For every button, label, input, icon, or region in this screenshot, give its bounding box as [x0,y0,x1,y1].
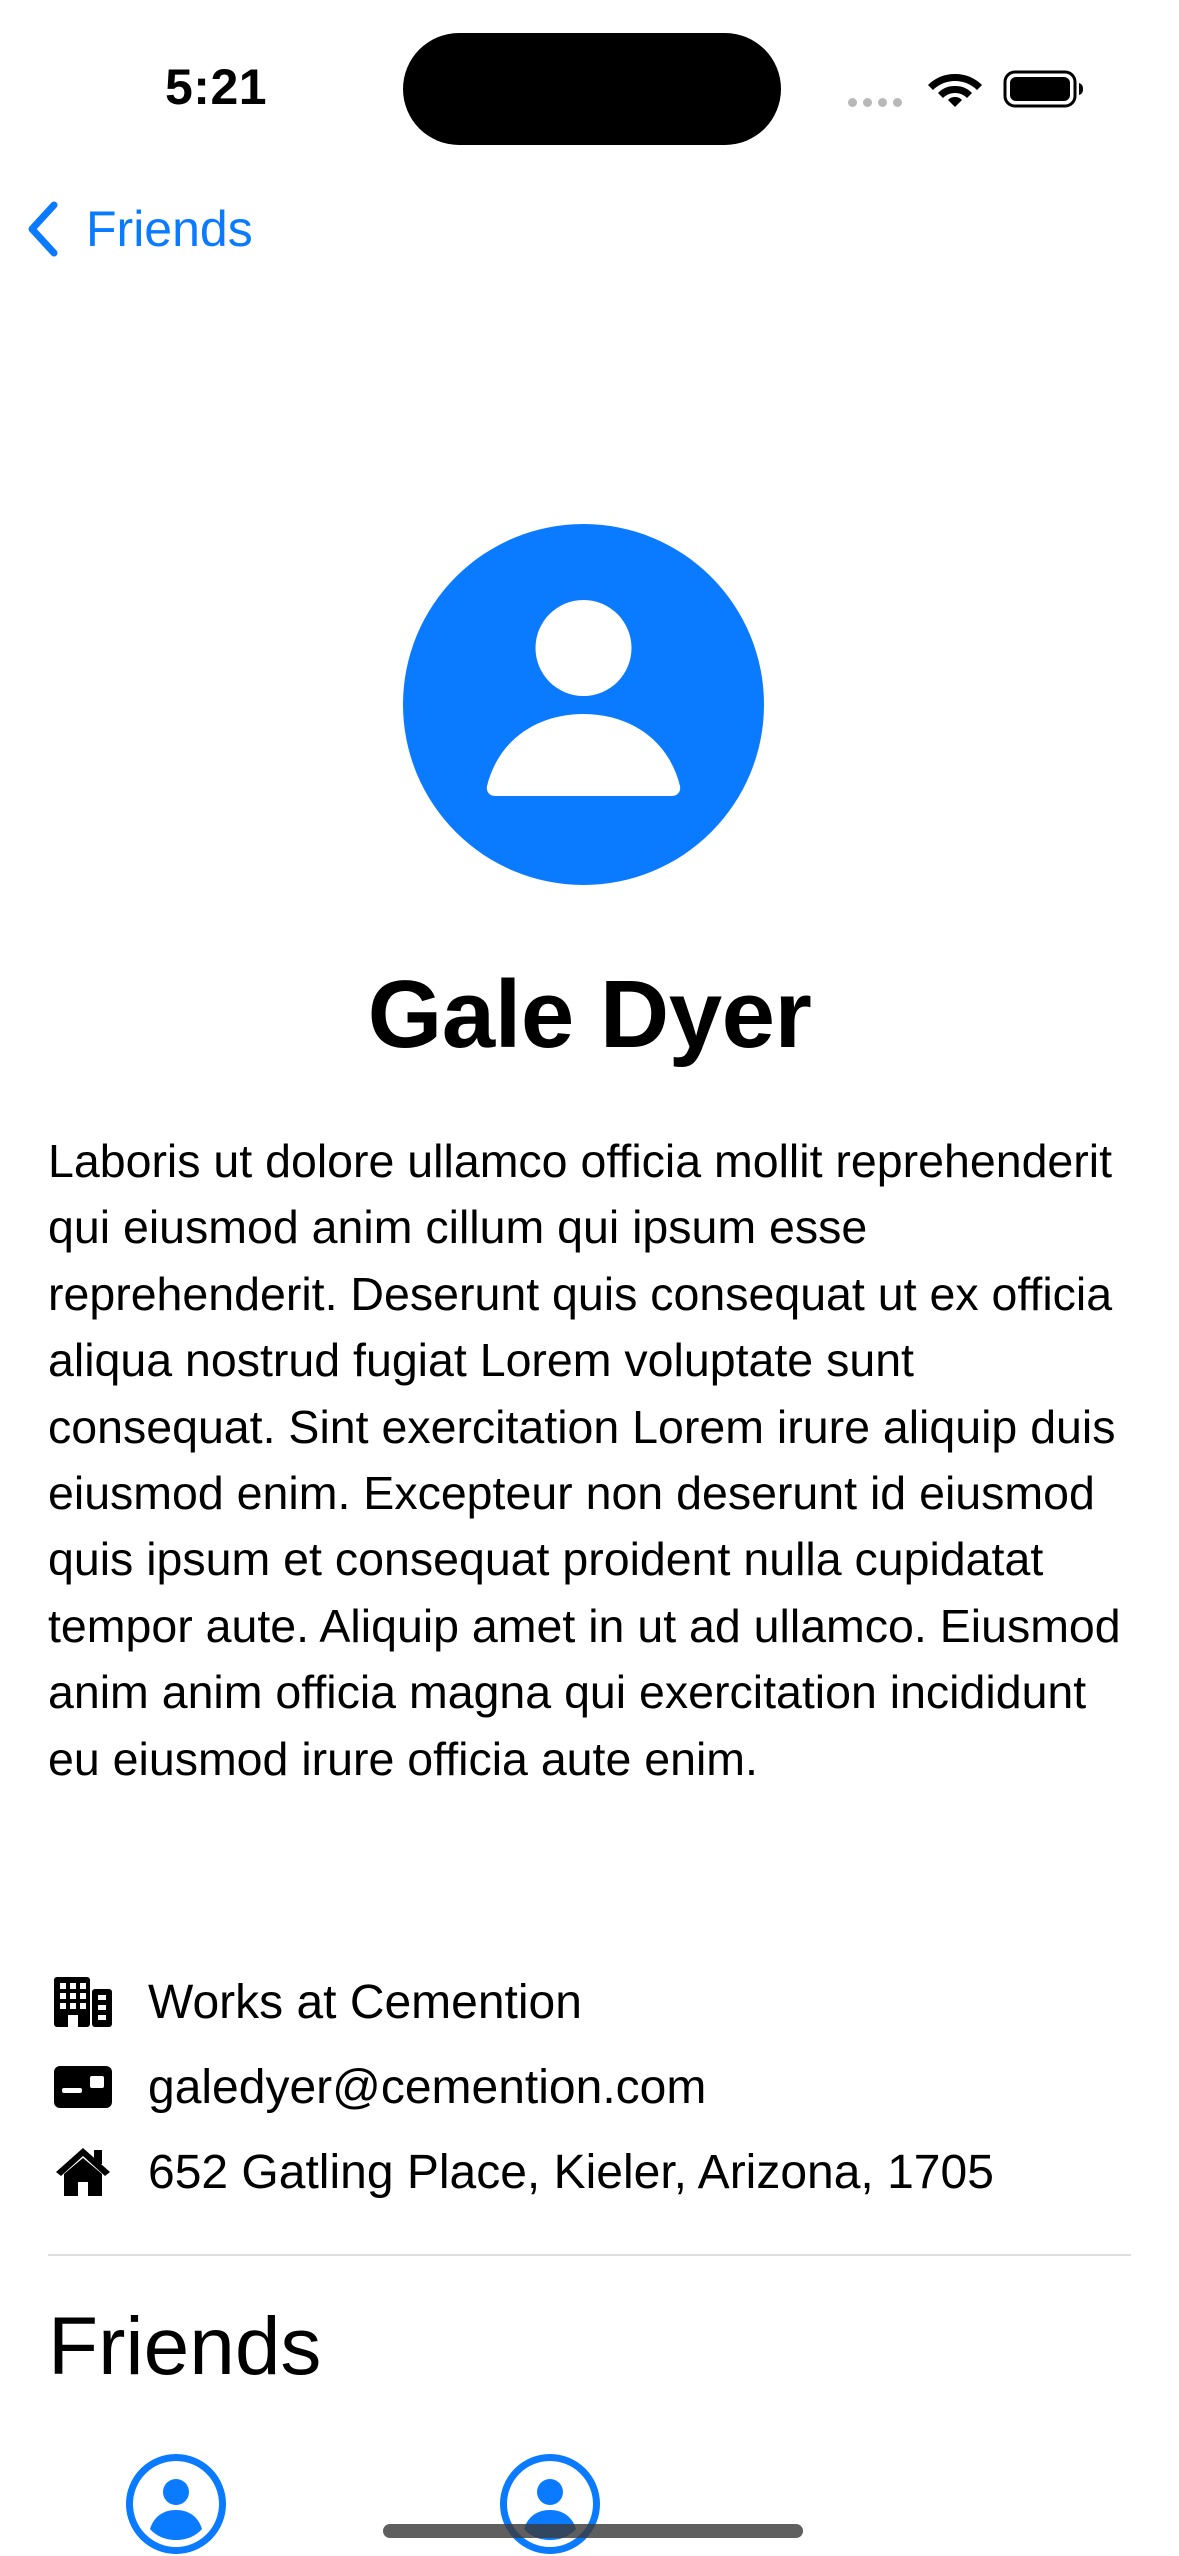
wifi-icon [928,74,982,107]
profile-bio: Laboris ut dolore ullamco officia mollit… [48,1135,1121,1785]
back-button-label: Friends [86,201,253,257]
house-icon [48,2142,118,2202]
info-address-text: 652 Gatling Place, Kieler, Arizona, 1705 [148,2145,994,2199]
status-time: 5:21 [165,59,268,115]
person-icon [486,600,681,796]
info-row-email: galedyer@cemention.com [48,2052,706,2122]
info-company-text: Works at Cemention [148,1975,582,2029]
building-icon [48,1972,118,2032]
battery-icon [1003,70,1083,108]
cellular-signal-icon [848,94,908,107]
home-indicator[interactable] [383,2524,803,2538]
person-circle-icon [150,2479,202,2540]
section-divider [48,2254,1131,2256]
friend-avatar[interactable] [500,2454,600,2554]
profile-name: Gale Dyer [367,961,812,1068]
friend-avatar[interactable] [126,2454,226,2554]
dynamic-island [403,33,781,145]
friends-heading: Friends [48,2301,322,2392]
info-email-text: galedyer@cemention.com [148,2060,707,2114]
chevron-left-icon [28,201,58,257]
profile-avatar [403,524,764,885]
back-button[interactable]: Friends [24,196,253,262]
id-card-icon [48,2057,118,2117]
info-row-company: Works at Cemention [48,1967,582,2037]
info-row-address: 652 Gatling Place, Kieler, Arizona, 1705 [48,2137,994,2207]
